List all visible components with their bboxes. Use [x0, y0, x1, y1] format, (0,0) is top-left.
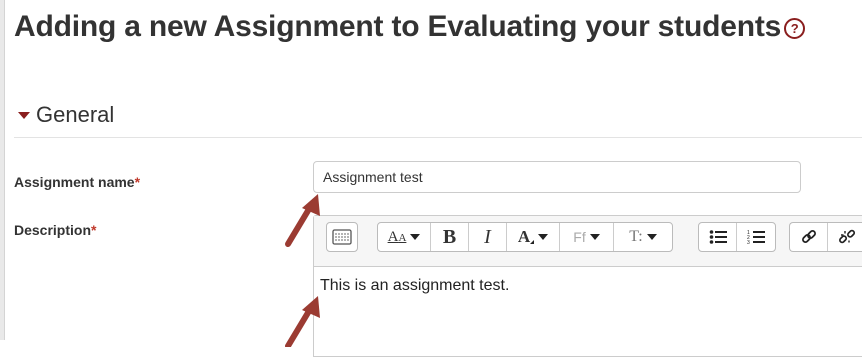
paragraph-styles-icon: AA — [387, 228, 407, 245]
unlink-button[interactable] — [828, 223, 862, 251]
font-size-button[interactable]: T: — [614, 223, 672, 251]
font-color-icon: A — [517, 227, 535, 247]
font-family-glyph: Ff — [573, 229, 586, 245]
description-editor-content[interactable]: This is an assignment test. — [314, 267, 862, 305]
assignment-name-label: Assignment name* — [14, 174, 140, 190]
required-marker: * — [91, 222, 97, 238]
required-marker: * — [134, 174, 141, 190]
help-icon[interactable]: ? — [784, 18, 806, 39]
annotation-arrow — [285, 194, 320, 247]
svg-text:3: 3 — [747, 240, 750, 245]
toolbar-toggle-icon — [332, 229, 352, 245]
font-family-button[interactable]: Ff — [560, 223, 614, 251]
link-icon — [801, 230, 816, 243]
window-left-edge — [0, 0, 5, 340]
paragraph-style-glyph: A — [387, 228, 399, 245]
assignment-name-label-text: Assignment name — [14, 174, 135, 190]
unlink-icon — [839, 229, 855, 244]
section-divider — [14, 137, 862, 138]
annotation-arrow — [285, 296, 320, 347]
italic-button[interactable]: I — [469, 223, 507, 251]
chevron-down-icon — [646, 234, 657, 240]
chevron-down-icon — [410, 234, 421, 240]
bullet-list-icon — [709, 230, 727, 244]
toolbar-group-toggle — [326, 222, 358, 252]
bold-button[interactable]: B — [431, 223, 469, 251]
show-more-buttons-button[interactable] — [327, 223, 357, 251]
description-label-text: Description — [14, 222, 92, 238]
insert-link-button[interactable] — [790, 223, 828, 251]
assignment-name-input[interactable] — [313, 161, 801, 193]
general-section-legend: General — [36, 102, 115, 127]
font-color-button[interactable]: A — [507, 223, 560, 251]
ordered-list-button[interactable]: 1 2 3 — [737, 223, 775, 251]
general-section-toggle[interactable]: General — [18, 100, 114, 130]
page-title: Adding a new Assignment to Evaluating yo… — [14, 10, 806, 44]
editor-toolbar: AA B I A Ff T: 1 2 3 — [314, 216, 862, 267]
font-size-glyph: T: — [629, 228, 643, 245]
toolbar-group-format: AA B I A Ff T: — [377, 222, 673, 252]
paragraph-styles-button[interactable]: AA — [378, 223, 431, 251]
chevron-down-icon — [589, 234, 600, 240]
font-color-glyph: A — [517, 227, 531, 246]
description-editor[interactable]: AA B I A Ff T: 1 2 3 This is an assignme… — [313, 215, 862, 357]
chevron-down-icon — [538, 234, 549, 240]
unordered-list-button[interactable] — [699, 223, 737, 251]
caret-down-icon — [18, 111, 30, 119]
page-title-text: Adding a new Assignment to Evaluating yo… — [14, 10, 782, 43]
description-label: Description* — [14, 222, 96, 238]
toolbar-group-links — [789, 222, 862, 252]
numbered-list-icon: 1 2 3 — [747, 230, 765, 245]
toolbar-group-lists: 1 2 3 — [698, 222, 776, 252]
